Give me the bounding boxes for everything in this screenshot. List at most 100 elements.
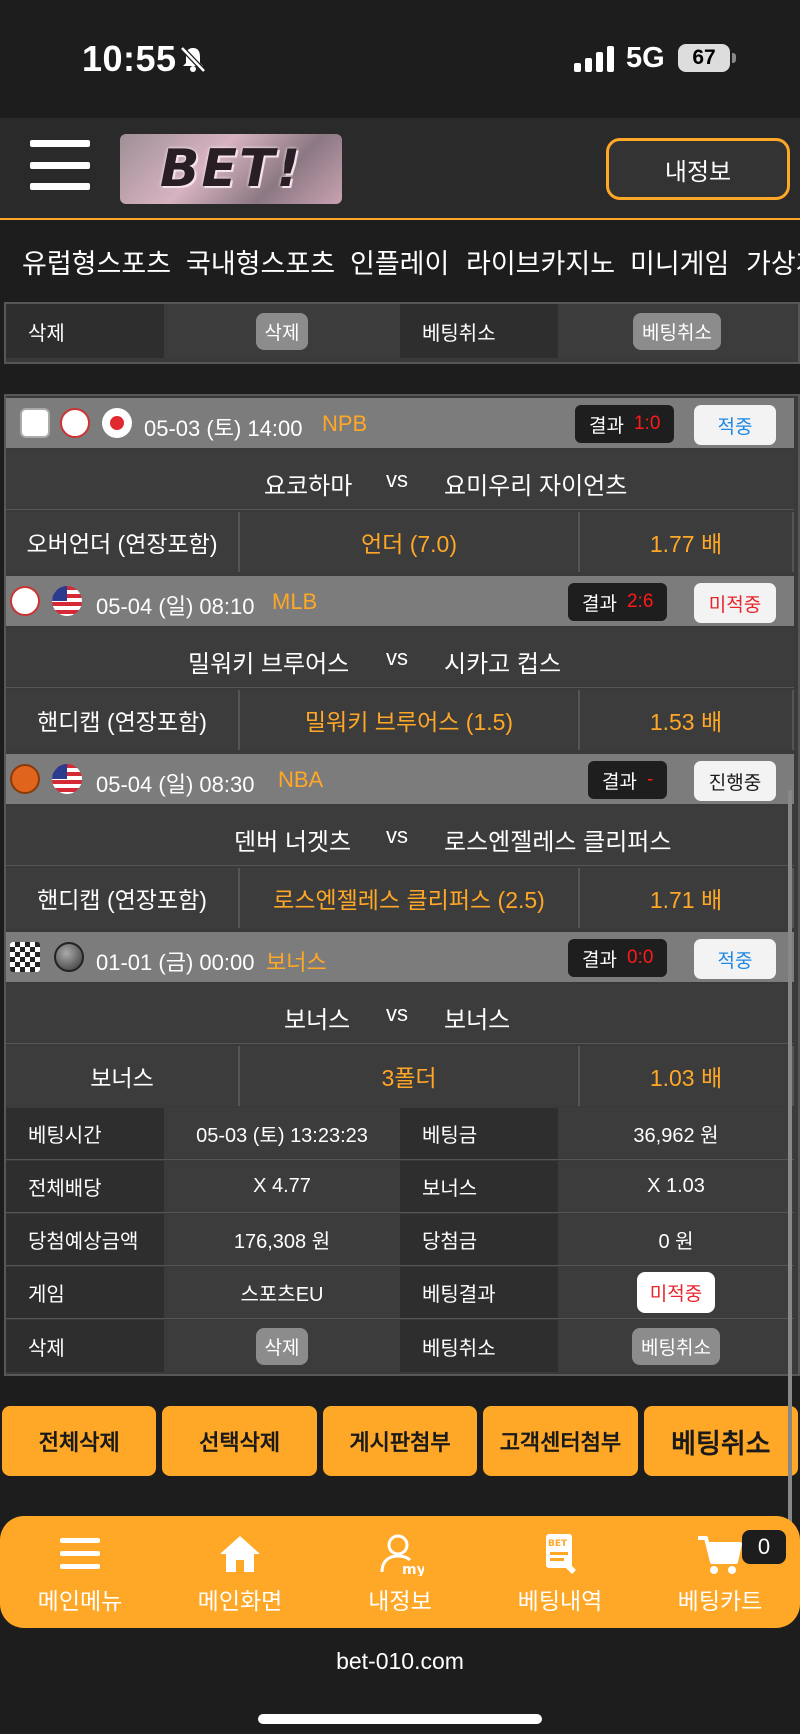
delete-button[interactable]: 삭제 [255,1327,309,1365]
baseball-icon [60,408,90,438]
game-header: 05-04 (일) 08:30 NBA 결과 - 진행중 [6,754,794,804]
header: BET! 내정보 [0,118,800,220]
teams-row: 밀워키 브루어스 vs 시카고 컵스 [6,628,794,688]
bottom-nav-home[interactable]: 메인화면 [160,1516,320,1628]
scrollbar[interactable] [788,790,792,1580]
vs-label: vs [386,645,408,670]
bonus-grid-icon [10,942,40,972]
bet-pick: 언더 (7.0) [240,512,580,572]
previous-card-delete-row: 삭제 삭제 베팅취소 베팅취소 [6,304,796,358]
bet-odds: 1.03 배 [580,1046,794,1106]
bet-type: 오버언더 (연장포함) [6,512,240,572]
summary-value: X 4.77 [164,1161,400,1212]
bet-odds: 1.53 배 [580,690,794,750]
bottom-nav-my-info[interactable]: my 내정보 [320,1516,480,1628]
nav-european-sports[interactable]: 유럽형스포츠 [22,242,171,281]
summary-row: 게임 스포츠EU 베팅결과 미적중 [6,1267,794,1319]
home-icon [220,1536,260,1572]
delete-label: 삭제 [6,304,164,358]
cancel-bet-button[interactable]: 베팅취소 [633,312,721,350]
result-label: 결과 [582,593,617,615]
game-datetime: 05-04 (일) 08:10 [96,594,255,619]
summary-label: 베팅시간 [6,1108,164,1159]
category-nav: 유럽형스포츠 국내형스포츠 인플레이 라이브카지노 미니게임 가상게 [0,220,800,302]
summary-label: 보너스 [400,1161,558,1212]
summary-row: 삭제 삭제 베팅취소 베팅취소 [6,1320,794,1372]
game-datetime: 05-03 (토) 14:00 [144,416,303,441]
nav-mini-game[interactable]: 미니게임 [630,242,729,281]
game-league: 보너스 [266,950,327,975]
bottom-nav: 메인메뉴 메인화면 my 내정보 BET 베팅내역 베팅카트 [0,1516,800,1628]
home-team: 보너스 [284,1007,351,1034]
delete-selected-button[interactable]: 선택삭제 [162,1406,317,1476]
status-badge: 적중 [694,405,776,445]
cancel-bets-button[interactable]: 베팅취소 [643,1406,799,1476]
bottom-nav-label: 메인화면 [197,1588,283,1614]
nav-live-casino[interactable]: 라이브카지노 [466,242,615,281]
nav-inplay[interactable]: 인플레이 [350,242,449,281]
cart-count-badge: 0 [742,1530,786,1564]
summary-row: 전체배당 X 4.77 보너스 X 1.03 [6,1161,794,1213]
summary-label: 베팅결과 [400,1267,558,1318]
game-league: MLB [272,589,318,614]
url-text[interactable]: bet-010.com [0,1648,800,1675]
status-bar: 10:55 5G 67 [0,0,800,118]
delete-all-button[interactable]: 전체삭제 [2,1406,157,1476]
attach-support-button[interactable]: 고객센터첨부 [483,1406,638,1476]
bottom-nav-bet-history[interactable]: BET 베팅내역 [480,1516,640,1628]
home-team: 밀워키 브루어스 [188,651,350,678]
my-info-button[interactable]: 내정보 [606,138,790,200]
result-box: 결과 1:0 [575,405,675,443]
delete-label: 삭제 [6,1320,164,1372]
bet-row: 오버언더 (연장포함) 언더 (7.0) 1.77 배 [6,512,794,572]
game-datetime: 01-01 (금) 00:00 [96,950,255,975]
summary-value: 05-03 (토) 13:23:23 [164,1108,400,1159]
vs-label: vs [386,1001,408,1026]
home-team: 덴버 너겟츠 [234,829,352,856]
result-score: - [646,769,654,790]
home-team: 요코하마 [264,473,353,500]
usa-flag-icon [52,764,82,794]
cancel-label: 베팅취소 [400,304,558,358]
bottom-nav-main-menu[interactable]: 메인메뉴 [0,1516,160,1628]
user-my-icon: my [380,1534,424,1576]
bet-slip-icon: BET [546,1534,576,1574]
bet-type: 핸디캡 (연장포함) [6,868,240,928]
summary-row: 베팅시간 05-03 (토) 13:23:23 베팅금 36,962 원 [6,1108,794,1160]
bet-pick: 3폴더 [240,1046,580,1106]
bet-row: 핸디캡 (연장포함) 로스엔젤레스 클리퍼스 (2.5) 1.71 배 [6,868,794,928]
home-indicator[interactable] [258,1714,542,1724]
result-score: 1:0 [633,413,661,434]
cancel-bet-button[interactable]: 베팅취소 [632,1327,720,1365]
result-score: 0:0 [626,947,654,968]
status-badge: 적중 [694,939,776,979]
select-checkbox[interactable] [20,408,50,438]
status-badge: 미적중 [694,583,776,623]
away-team: 보너스 [444,1007,511,1034]
basketball-icon [10,764,40,794]
teams-row: 보너스 vs 보너스 [6,984,794,1044]
hamburger-menu-icon[interactable] [30,140,90,190]
away-team: 시카고 컵스 [444,651,562,678]
result-score: 2:6 [626,591,654,612]
bet-row: 보너스 3폴더 1.03 배 [6,1046,794,1106]
bet-odds: 1.71 배 [580,868,794,928]
away-team: 로스엔젤레스 클리퍼스 [444,829,672,856]
delete-button[interactable]: 삭제 [255,312,309,350]
teams-row: 요코하마 vs 요미우리 자이언츠 [6,450,794,510]
summary-label: 게임 [6,1267,164,1318]
nav-virtual-game[interactable]: 가상게 [746,242,800,281]
summary-row: 당첨예상금액 176,308 원 당첨금 0 원 [6,1214,794,1266]
bonus-ball-icon [54,942,84,972]
bottom-nav-label: 베팅카트 [677,1588,763,1614]
result-box: 결과 - [588,761,668,799]
game-header: 01-01 (금) 00:00 보너스 결과 0:0 적중 [6,932,794,982]
bottom-nav-label: 베팅내역 [517,1588,603,1614]
attach-board-button[interactable]: 게시판첨부 [322,1406,478,1476]
result-label: 결과 [582,949,617,971]
vs-label: vs [386,823,408,848]
site-logo[interactable]: BET! [120,134,342,204]
nav-domestic-sports[interactable]: 국내형스포츠 [186,242,335,281]
summary-label: 당첨금 [400,1214,558,1265]
bet-pick: 로스엔젤레스 클리퍼스 (2.5) [240,868,580,928]
